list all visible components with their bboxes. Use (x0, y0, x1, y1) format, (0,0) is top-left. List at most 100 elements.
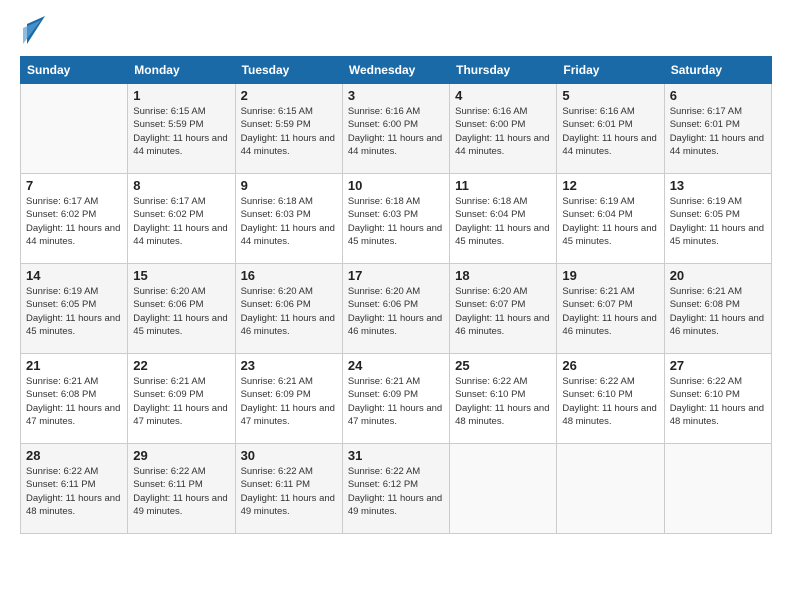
day-number: 17 (348, 268, 444, 283)
day-number: 16 (241, 268, 337, 283)
day-cell (21, 84, 128, 174)
header-tuesday: Tuesday (235, 57, 342, 84)
week-row-4: 21Sunrise: 6:21 AMSunset: 6:08 PMDayligh… (21, 354, 772, 444)
day-info: Sunrise: 6:20 AMSunset: 6:06 PMDaylight:… (133, 285, 229, 338)
day-info: Sunrise: 6:18 AMSunset: 6:03 PMDaylight:… (241, 195, 337, 248)
day-number: 5 (562, 88, 658, 103)
day-cell: 4Sunrise: 6:16 AMSunset: 6:00 PMDaylight… (450, 84, 557, 174)
day-info: Sunrise: 6:17 AMSunset: 6:02 PMDaylight:… (133, 195, 229, 248)
day-number: 26 (562, 358, 658, 373)
day-cell: 2 Sunrise: 6:15 AMSunset: 5:59 PMDaylight… (235, 84, 342, 174)
day-number: 7 (26, 178, 122, 193)
day-number: 24 (348, 358, 444, 373)
day-cell (450, 444, 557, 534)
day-number: 10 (348, 178, 444, 193)
day-cell: 14Sunrise: 6:19 AMSunset: 6:05 PMDayligh… (21, 264, 128, 354)
day-cell: 3 Sunrise: 6:16 AMSunset: 6:00 PMDaylight… (342, 84, 449, 174)
day-info: Sunrise: 6:15 AMSunset: 5:59 PMDaylight:… (133, 105, 229, 158)
day-number: 11 (455, 178, 551, 193)
header-wednesday: Wednesday (342, 57, 449, 84)
day-number: 21 (26, 358, 122, 373)
header-friday: Friday (557, 57, 664, 84)
day-cell: 6 Sunrise: 6:17 AMSunset: 6:01 PMDaylight… (664, 84, 771, 174)
day-info: Sunrise: 6:19 AMSunset: 6:05 PMDaylight:… (26, 285, 122, 338)
day-cell: 10 Sunrise: 6:18 AMSunset: 6:03 PMDayligh… (342, 174, 449, 264)
day-number: 1 (133, 88, 229, 103)
day-cell: 26 Sunrise: 6:22 AMSunset: 6:10 PMDayligh… (557, 354, 664, 444)
day-cell: 1 Sunrise: 6:15 AMSunset: 5:59 PMDaylight… (128, 84, 235, 174)
day-cell: 9 Sunrise: 6:18 AMSunset: 6:03 PMDaylight… (235, 174, 342, 264)
day-info: Sunrise: 6:18 AMSunset: 6:03 PMDaylight:… (348, 195, 444, 248)
day-cell: 29Sunrise: 6:22 AMSunset: 6:11 PMDayligh… (128, 444, 235, 534)
logo (20, 20, 45, 44)
day-number: 15 (133, 268, 229, 283)
day-info: Sunrise: 6:22 AMSunset: 6:10 PMDaylight:… (562, 375, 658, 428)
day-info: Sunrise: 6:22 AMSunset: 6:10 PMDaylight:… (455, 375, 551, 428)
day-info: Sunrise: 6:16 AMSunset: 6:00 PMDaylight:… (348, 105, 444, 158)
day-info: Sunrise: 6:16 AMSunset: 6:01 PMDaylight:… (562, 105, 658, 158)
day-number: 30 (241, 448, 337, 463)
day-info: Sunrise: 6:18 AMSunset: 6:04 PMDaylight:… (455, 195, 551, 248)
day-info: Sunrise: 6:22 AMSunset: 6:11 PMDaylight:… (133, 465, 229, 518)
day-info: Sunrise: 6:22 AMSunset: 6:11 PMDaylight:… (241, 465, 337, 518)
day-number: 3 (348, 88, 444, 103)
day-cell: 22Sunrise: 6:21 AMSunset: 6:09 PMDayligh… (128, 354, 235, 444)
day-cell (664, 444, 771, 534)
header (20, 20, 772, 44)
day-info: Sunrise: 6:21 AMSunset: 6:08 PMDaylight:… (670, 285, 766, 338)
day-info: Sunrise: 6:17 AMSunset: 6:02 PMDaylight:… (26, 195, 122, 248)
day-number: 25 (455, 358, 551, 373)
day-info: Sunrise: 6:17 AMSunset: 6:01 PMDaylight:… (670, 105, 766, 158)
page: SundayMondayTuesdayWednesdayThursdayFrid… (0, 0, 792, 612)
day-cell: 31 Sunrise: 6:22 AMSunset: 6:12 PMDayligh… (342, 444, 449, 534)
day-cell: 7 Sunrise: 6:17 AMSunset: 6:02 PMDaylight… (21, 174, 128, 264)
day-cell: 12Sunrise: 6:19 AMSunset: 6:04 PMDayligh… (557, 174, 664, 264)
week-row-1: 1 Sunrise: 6:15 AMSunset: 5:59 PMDaylight… (21, 84, 772, 174)
day-cell: 11 Sunrise: 6:18 AMSunset: 6:04 PMDayligh… (450, 174, 557, 264)
day-cell: 13 Sunrise: 6:19 AMSunset: 6:05 PMDayligh… (664, 174, 771, 264)
day-number: 12 (562, 178, 658, 193)
week-row-5: 28 Sunrise: 6:22 AMSunset: 6:11 PMDayligh… (21, 444, 772, 534)
day-number: 18 (455, 268, 551, 283)
day-cell: 18Sunrise: 6:20 AMSunset: 6:07 PMDayligh… (450, 264, 557, 354)
day-number: 20 (670, 268, 766, 283)
header-saturday: Saturday (664, 57, 771, 84)
header-thursday: Thursday (450, 57, 557, 84)
day-number: 31 (348, 448, 444, 463)
day-number: 8 (133, 178, 229, 193)
day-cell: 5 Sunrise: 6:16 AMSunset: 6:01 PMDaylight… (557, 84, 664, 174)
day-number: 6 (670, 88, 766, 103)
day-cell: 30 Sunrise: 6:22 AMSunset: 6:11 PMDayligh… (235, 444, 342, 534)
day-info: Sunrise: 6:22 AMSunset: 6:10 PMDaylight:… (670, 375, 766, 428)
day-info: Sunrise: 6:21 AMSunset: 6:07 PMDaylight:… (562, 285, 658, 338)
day-info: Sunrise: 6:19 AMSunset: 6:05 PMDaylight:… (670, 195, 766, 248)
day-cell: 15 Sunrise: 6:20 AMSunset: 6:06 PMDayligh… (128, 264, 235, 354)
day-number: 28 (26, 448, 122, 463)
day-number: 9 (241, 178, 337, 193)
day-cell: 19Sunrise: 6:21 AMSunset: 6:07 PMDayligh… (557, 264, 664, 354)
day-cell: 27Sunrise: 6:22 AMSunset: 6:10 PMDayligh… (664, 354, 771, 444)
logo-icon (23, 16, 45, 44)
day-cell (557, 444, 664, 534)
header-row: SundayMondayTuesdayWednesdayThursdayFrid… (21, 57, 772, 84)
day-cell: 24 Sunrise: 6:21 AMSunset: 6:09 PMDayligh… (342, 354, 449, 444)
calendar-table: SundayMondayTuesdayWednesdayThursdayFrid… (20, 56, 772, 534)
week-row-3: 14Sunrise: 6:19 AMSunset: 6:05 PMDayligh… (21, 264, 772, 354)
day-info: Sunrise: 6:21 AMSunset: 6:09 PMDaylight:… (241, 375, 337, 428)
day-info: Sunrise: 6:15 AMSunset: 5:59 PMDaylight:… (241, 105, 337, 158)
day-info: Sunrise: 6:22 AMSunset: 6:12 PMDaylight:… (348, 465, 444, 518)
day-cell: 23 Sunrise: 6:21 AMSunset: 6:09 PMDayligh… (235, 354, 342, 444)
day-number: 23 (241, 358, 337, 373)
day-cell: 20 Sunrise: 6:21 AMSunset: 6:08 PMDayligh… (664, 264, 771, 354)
day-number: 2 (241, 88, 337, 103)
header-monday: Monday (128, 57, 235, 84)
day-number: 13 (670, 178, 766, 193)
week-row-2: 7 Sunrise: 6:17 AMSunset: 6:02 PMDaylight… (21, 174, 772, 264)
day-info: Sunrise: 6:21 AMSunset: 6:09 PMDaylight:… (348, 375, 444, 428)
day-number: 4 (455, 88, 551, 103)
day-cell: 16Sunrise: 6:20 AMSunset: 6:06 PMDayligh… (235, 264, 342, 354)
day-info: Sunrise: 6:20 AMSunset: 6:06 PMDaylight:… (348, 285, 444, 338)
header-sunday: Sunday (21, 57, 128, 84)
day-cell: 21Sunrise: 6:21 AMSunset: 6:08 PMDayligh… (21, 354, 128, 444)
day-cell: 25 Sunrise: 6:22 AMSunset: 6:10 PMDayligh… (450, 354, 557, 444)
